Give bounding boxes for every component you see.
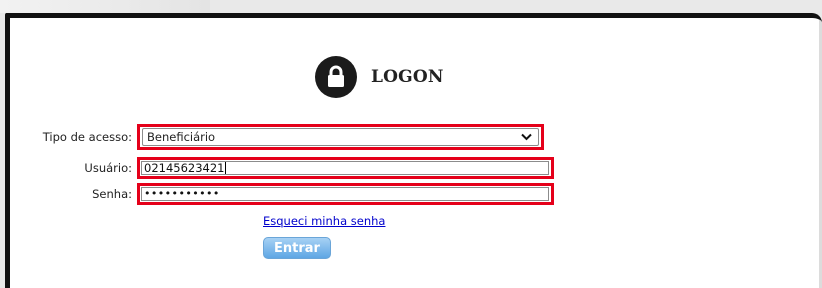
access-type-select[interactable]: Beneficiário bbox=[142, 128, 539, 146]
username-row: Usuário: 02145623421 bbox=[10, 157, 554, 179]
username-highlight: 02145623421 bbox=[137, 157, 554, 179]
login-header: LOGON bbox=[315, 56, 444, 98]
access-type-label: Tipo de acesso: bbox=[42, 130, 132, 144]
lock-icon-glyph bbox=[328, 65, 344, 87]
password-label: Senha: bbox=[92, 187, 132, 201]
page-title: LOGON bbox=[371, 67, 444, 87]
chevron-down-icon bbox=[521, 133, 532, 141]
access-type-value: Beneficiário bbox=[147, 130, 216, 144]
screenshot-frame: LOGON Tipo de acesso: Beneficiário Usuár… bbox=[0, 0, 822, 288]
access-type-highlight: Beneficiário bbox=[137, 124, 544, 150]
lock-icon bbox=[315, 56, 357, 98]
username-value: 02145623421 bbox=[144, 161, 225, 175]
login-panel: LOGON Tipo de acesso: Beneficiário Usuár… bbox=[5, 13, 822, 288]
text-caret bbox=[225, 162, 227, 174]
login-button[interactable]: Entrar bbox=[263, 237, 331, 259]
password-row: Senha: ••••••••••• bbox=[10, 183, 554, 205]
password-value: ••••••••••• bbox=[144, 187, 220, 200]
password-highlight: ••••••••••• bbox=[137, 183, 554, 205]
username-field[interactable]: 02145623421 bbox=[141, 161, 549, 175]
background-strip bbox=[0, 0, 210, 13]
password-field[interactable]: ••••••••••• bbox=[141, 187, 549, 201]
access-type-row: Tipo de acesso: Beneficiário bbox=[10, 124, 544, 150]
forgot-password-link[interactable]: Esqueci minha senha bbox=[263, 214, 385, 228]
username-label: Usuário: bbox=[84, 161, 132, 175]
